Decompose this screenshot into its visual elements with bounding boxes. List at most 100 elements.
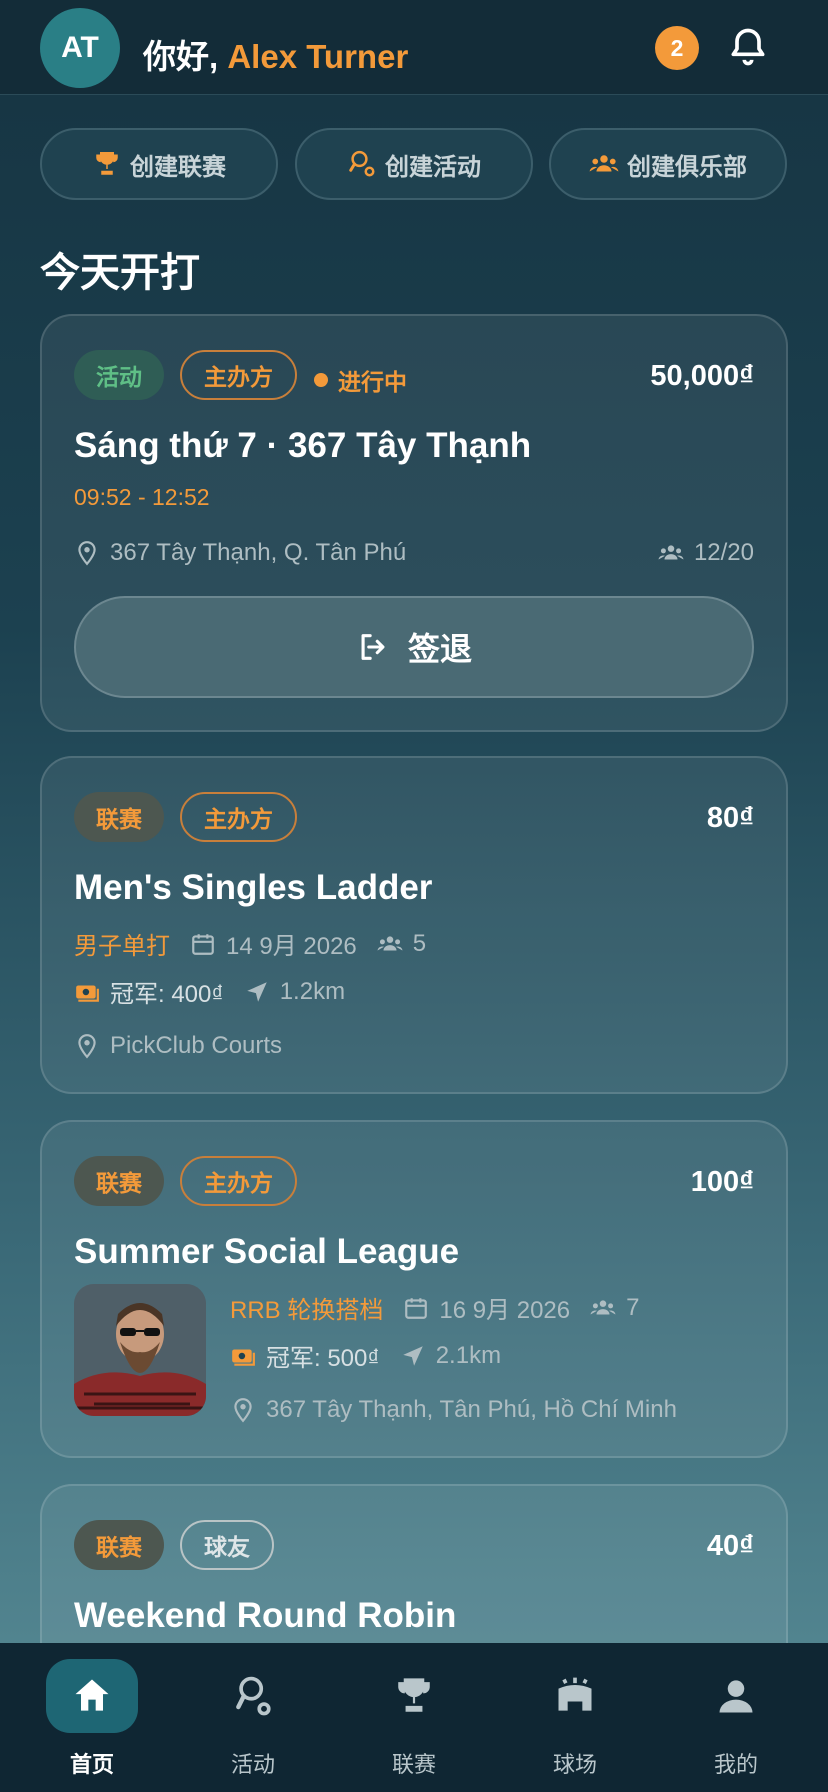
- paddle-icon: [236, 1676, 271, 1716]
- status-dot: [314, 373, 328, 387]
- nav-icon-wrap: [207, 1659, 299, 1733]
- type-badge: 联赛: [74, 792, 164, 842]
- price: 50,000₫: [650, 360, 754, 392]
- location: 367 Tây Thạnh, Tân Phú, Hồ Chí Minh: [230, 1396, 677, 1424]
- nav-label: 球场: [552, 1752, 597, 1777]
- group-icon: [377, 935, 403, 950]
- top-header: AT 你好, Alex Turner 2: [0, 0, 828, 95]
- paddle-icon: [349, 150, 375, 177]
- nav-icon-wrap: [529, 1659, 621, 1733]
- league-details: 男子单打 14 9月 2026 5: [74, 926, 426, 961]
- location-text: 367 Tây Thạnh, Q. Tân Phú: [110, 539, 407, 566]
- player-count: 7: [626, 1293, 640, 1321]
- home-icon: [75, 1679, 109, 1711]
- avatar[interactable]: AT: [40, 8, 120, 88]
- stadium-icon: [558, 1677, 592, 1711]
- time-range: 09:52 - 12:52: [74, 484, 210, 510]
- trophy-icon: [398, 1678, 430, 1712]
- participants-count: 12/20: [693, 539, 754, 566]
- player-count: 5: [412, 929, 427, 957]
- nav-label: 活动: [230, 1752, 275, 1777]
- bottom-nav: 首页 活动 联赛 球场 我的: [0, 1643, 828, 1792]
- bell-icon[interactable]: [726, 24, 770, 70]
- league-details: RRB 轮换搭档 16 9月 2026 7: [230, 1290, 639, 1325]
- create-activity-label: 创建活动: [385, 153, 481, 181]
- card-title: Men's Singles Ladder: [74, 868, 433, 907]
- role-badge: 球友: [180, 1520, 274, 1570]
- card-title: Weekend Round Robin: [74, 1596, 457, 1635]
- price: 40₫: [706, 1530, 754, 1562]
- league-card[interactable]: 联赛 主办方 100₫ Summer Social League RRB 轮换搭…: [40, 1120, 788, 1458]
- league-photo: [74, 1284, 206, 1416]
- location-pin-icon: [234, 1398, 252, 1423]
- location: 367 Tây Thạnh, Q. Tân Phú: [74, 539, 406, 567]
- distance-text: 2.1km: [435, 1341, 502, 1369]
- nav-icon-wrap: [690, 1659, 782, 1733]
- trophy-icon: [96, 152, 118, 175]
- group-icon: [658, 545, 684, 560]
- role-badge: 主办方: [180, 1156, 297, 1206]
- greeting: 你好, Alex Turner: [143, 30, 408, 78]
- role-badge: 主办方: [180, 792, 297, 842]
- location-pin-icon: [78, 1034, 96, 1059]
- type-badge: 活动: [74, 350, 164, 400]
- location-text: 367 Tây Thạnh, Tân Phú, Hồ Chí Minh: [266, 1396, 677, 1423]
- price: 100₫: [690, 1166, 754, 1198]
- section-title: 今天开打: [40, 251, 200, 295]
- navigation-arrow-icon: [402, 1345, 423, 1366]
- nav-activities[interactable]: 活动: [193, 1659, 313, 1779]
- notification-count-badge[interactable]: 2: [655, 26, 699, 70]
- league-date: 16 9月 2026: [439, 1297, 571, 1324]
- league-format: RRB 轮换搭档: [230, 1297, 384, 1324]
- create-club-label: 创建俱乐部: [627, 153, 747, 181]
- logout-icon: [361, 634, 385, 660]
- checkout-label: 签退: [407, 631, 472, 667]
- distance-text: 1.2km: [279, 977, 346, 1005]
- create-club-button[interactable]: 创建俱乐部: [549, 128, 787, 200]
- prize-distance: 冠军: 500₫ 2.1km: [230, 1338, 501, 1373]
- create-league-button[interactable]: 创建联赛: [40, 128, 278, 200]
- nav-icon-wrap: [46, 1659, 138, 1733]
- prize-distance: 冠军: 400₫ 1.2km: [74, 974, 345, 1009]
- type-badge: 联赛: [74, 1520, 164, 1570]
- checkout-button[interactable]: 签退: [74, 596, 754, 698]
- card-title: Summer Social League: [74, 1232, 460, 1271]
- role-badge: 主办方: [180, 350, 297, 400]
- event-card[interactable]: 活动 主办方 进行中 50,000₫ Sáng thứ 7 · 367 Tây …: [40, 314, 788, 732]
- nav-courts[interactable]: 球场: [515, 1659, 635, 1779]
- nav-label: 我的: [713, 1752, 758, 1777]
- nav-leagues[interactable]: 联赛: [354, 1659, 474, 1779]
- cash-icon: [232, 1349, 255, 1366]
- location: PickClub Courts: [74, 1032, 282, 1060]
- create-activity-button[interactable]: 创建活动: [295, 128, 533, 200]
- nav-profile[interactable]: 我的: [676, 1659, 796, 1779]
- location-pin-icon: [78, 541, 96, 566]
- cash-icon: [76, 985, 99, 1002]
- status-text: 进行中: [338, 369, 407, 395]
- status-badge: 进行中: [314, 363, 407, 397]
- card-title: Sáng thứ 7 · 367 Tây Thạnh: [74, 426, 532, 465]
- organizer-photo: [74, 1284, 206, 1416]
- calendar-icon: [405, 1297, 428, 1319]
- prize-text: 冠军: 400₫: [110, 981, 224, 1008]
- nav-label: 联赛: [391, 1752, 436, 1777]
- type-badge: 联赛: [74, 1156, 164, 1206]
- nav-home[interactable]: 首页: [32, 1659, 152, 1779]
- create-league-label: 创建联赛: [130, 153, 226, 181]
- location-text: PickClub Courts: [110, 1032, 283, 1059]
- nav-icon-wrap: [368, 1659, 460, 1733]
- group-icon: [590, 1299, 616, 1314]
- price: 80₫: [706, 802, 754, 834]
- greeting-prefix: 你好,: [143, 38, 228, 75]
- user-name: Alex Turner: [227, 38, 409, 75]
- group-icon: [589, 155, 619, 172]
- league-card[interactable]: 联赛 主办方 80₫ Men's Singles Ladder 男子单打 14 …: [40, 756, 788, 1094]
- participants: 12/20: [658, 539, 754, 567]
- league-format: 男子单打: [74, 933, 170, 960]
- prize-text: 冠军: 500₫: [266, 1345, 380, 1372]
- navigation-arrow-icon: [246, 981, 267, 1002]
- league-date: 14 9月 2026: [226, 933, 357, 960]
- nav-label: 首页: [69, 1752, 114, 1777]
- user-icon: [719, 1680, 753, 1713]
- calendar-icon: [192, 933, 214, 955]
